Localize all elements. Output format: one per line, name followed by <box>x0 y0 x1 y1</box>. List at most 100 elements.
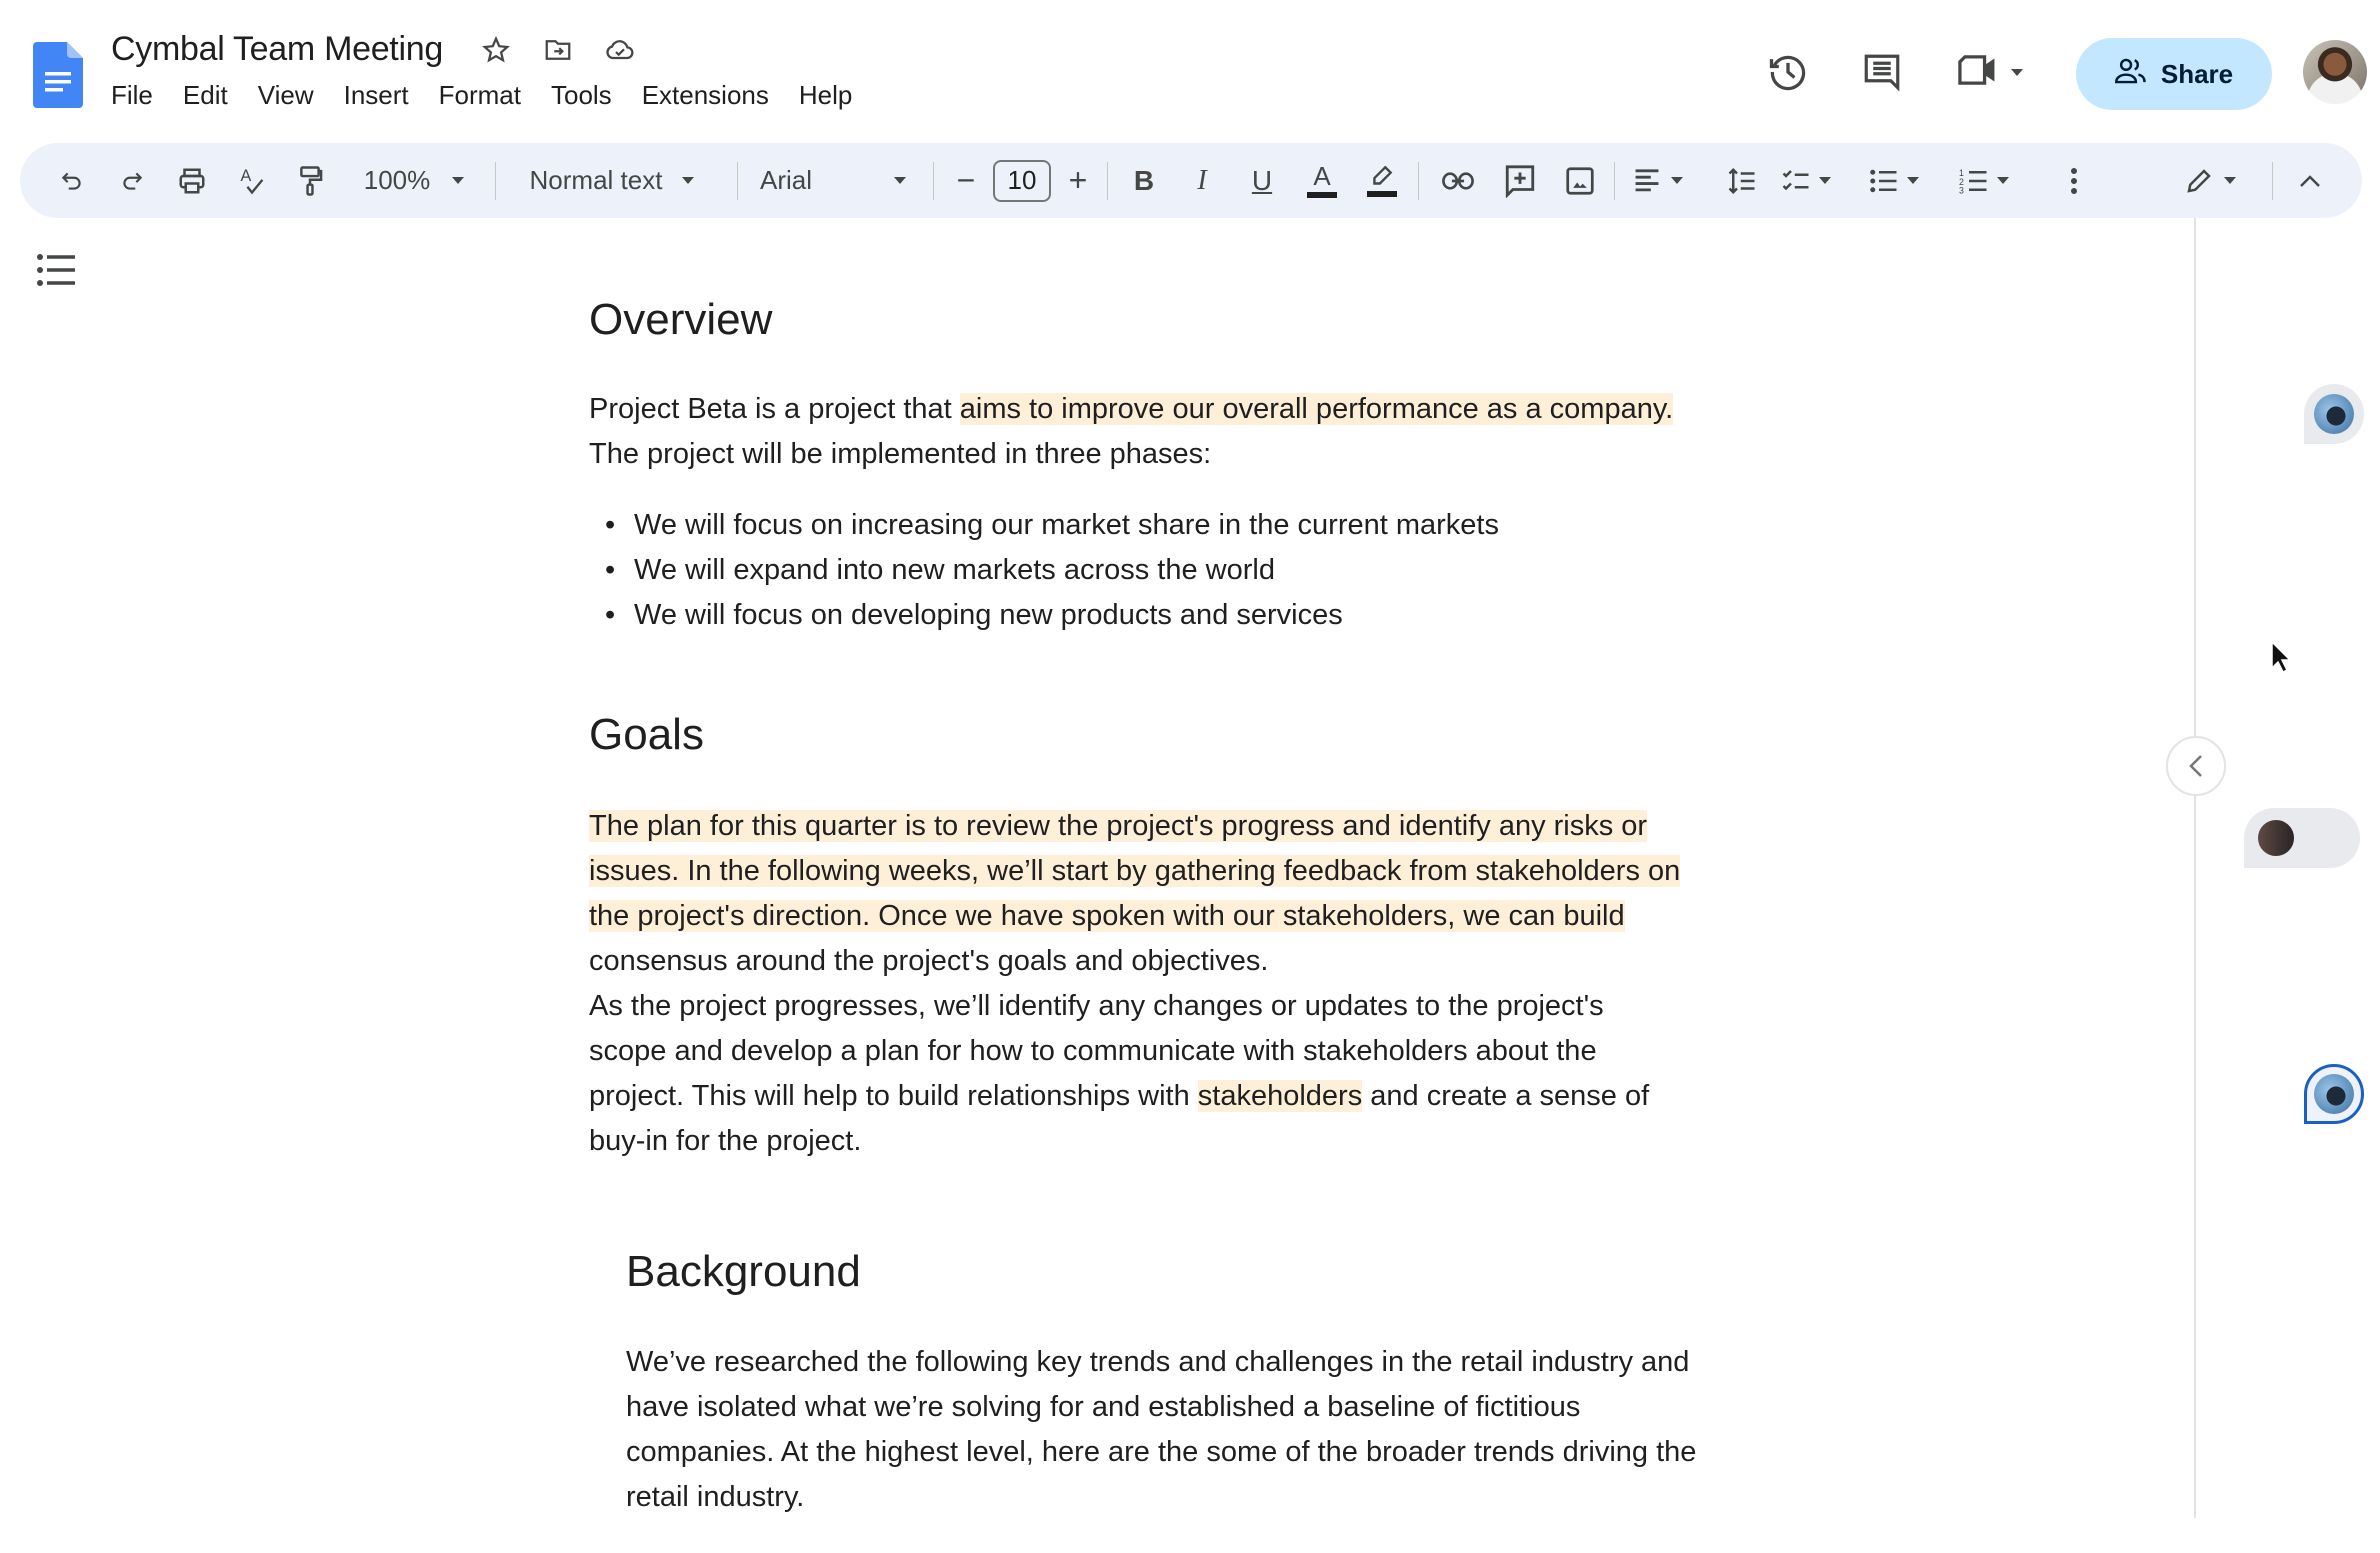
comment-thread-marker-multiple[interactable]: S <box>2244 808 2360 868</box>
document-outline-icon[interactable] <box>36 252 76 288</box>
style-select[interactable]: Normal text <box>518 143 706 218</box>
comment-thread-marker[interactable] <box>2304 384 2364 444</box>
menu-format[interactable]: Format <box>439 80 521 111</box>
share-label: Share <box>2160 58 2234 89</box>
menu-insert[interactable]: Insert <box>344 80 409 111</box>
toolbar-divider <box>933 162 934 200</box>
goals-paragraph-line-4[interactable]: consensus around the project's goals and… <box>589 939 1268 984</box>
add-comment-icon[interactable] <box>1498 143 1542 218</box>
docs-logo[interactable] <box>33 42 83 108</box>
comments-icon[interactable] <box>1856 46 1908 98</box>
highlight-color-button[interactable] <box>1362 143 1402 218</box>
goals-paragraph-line-1[interactable]: The plan for this quarter is to review t… <box>589 804 1648 849</box>
menu-bar: File Edit View Insert Format Tools Exten… <box>111 80 882 111</box>
font-select[interactable]: Arial <box>760 143 906 218</box>
chevron-down-icon <box>2011 69 2023 76</box>
commented-highlight[interactable]: aims to improve our overall performance … <box>959 393 1674 425</box>
move-to-folder-icon[interactable] <box>540 32 576 68</box>
version-history-icon[interactable] <box>1762 46 1814 98</box>
pencil-icon <box>2187 168 2211 193</box>
meet-icon <box>1955 50 2001 95</box>
bullet-item[interactable]: We will expand into new markets across t… <box>589 548 1499 593</box>
commented-highlight[interactable]: issues. In the following weeks, we’ll st… <box>589 855 1681 887</box>
goals-paragraph-line-2[interactable]: issues. In the following weeks, we’ll st… <box>589 849 1681 894</box>
spellcheck-icon[interactable]: A <box>232 143 272 218</box>
overview-paragraph-line-2[interactable]: The project will be implemented in three… <box>589 432 1211 477</box>
bullet-item[interactable]: We will focus on developing new products… <box>589 593 1499 638</box>
goals-paragraph-line-3[interactable]: the project's direction. Once we have sp… <box>589 894 1625 939</box>
document-title[interactable]: Cymbal Team Meeting <box>111 30 443 69</box>
redo-icon[interactable] <box>112 143 152 218</box>
numbered-list-icon: 123 <box>1959 168 1987 195</box>
commented-highlight[interactable]: the project's direction. Once we have sp… <box>589 900 1625 932</box>
font-size-value: 10 <box>993 159 1051 202</box>
mouse-cursor-icon <box>2270 640 2292 674</box>
commented-highlight[interactable]: stakeholders <box>1197 1080 1363 1112</box>
star-icon[interactable] <box>478 32 514 68</box>
underline-button[interactable]: U <box>1242 143 1282 218</box>
menu-edit[interactable]: Edit <box>183 80 228 111</box>
meet-button[interactable] <box>1955 50 2023 95</box>
heading-overview[interactable]: Overview <box>589 295 772 345</box>
line-spacing-icon[interactable] <box>1722 143 1762 218</box>
decrease-font-size-button[interactable]: − <box>950 143 982 218</box>
chevron-down-icon <box>1819 177 1831 184</box>
font-size-field[interactable]: 10 <box>992 143 1052 218</box>
goals-paragraph2-line-4[interactable]: buy-in for the project. <box>589 1119 861 1164</box>
toolbar-divider <box>2272 162 2273 200</box>
paint-format-icon[interactable] <box>290 143 330 218</box>
svg-text:A: A <box>240 167 251 185</box>
text-color-button[interactable]: A <box>1302 143 1342 218</box>
chevron-down-icon <box>452 177 465 184</box>
goals-paragraph2-line-2[interactable]: scope and develop a plan for how to comm… <box>589 1029 1597 1074</box>
goals-paragraph2-line-1[interactable]: As the project progresses, we’ll identif… <box>589 984 1604 1029</box>
checklist-select[interactable] <box>1774 143 1838 218</box>
overview-paragraph-line-1[interactable]: Project Beta is a project that aims to i… <box>589 387 1674 432</box>
print-icon[interactable] <box>170 143 214 218</box>
toolbar-items: A 100% Normal text Arial − 10 + B I U A <box>0 143 2380 218</box>
insert-link-icon[interactable] <box>1436 143 1480 218</box>
zoom-value: 100% <box>363 165 431 195</box>
hide-menus-icon[interactable] <box>2290 143 2330 218</box>
editing-mode-select[interactable] <box>2176 143 2244 218</box>
toolbar-divider <box>1614 162 1615 200</box>
goals-paragraph2-line-3[interactable]: project. This will help to build relatio… <box>589 1074 1649 1119</box>
background-paragraph-line-4[interactable]: retail industry. <box>626 1475 804 1520</box>
chevron-down-icon <box>682 177 695 184</box>
toolbar-divider <box>1418 162 1419 200</box>
undo-icon[interactable] <box>52 143 92 218</box>
people-icon <box>2114 57 2147 92</box>
zoom-select[interactable]: 100% <box>354 143 474 218</box>
chevron-down-icon <box>1907 177 1919 184</box>
cloud-saved-icon[interactable] <box>602 32 638 68</box>
bulleted-list-icon <box>1870 169 1897 192</box>
commenter-avatar <box>2256 818 2296 858</box>
commented-highlight[interactable]: The plan for this quarter is to review t… <box>589 810 1648 842</box>
background-paragraph-line-3[interactable]: companies. At the highest level, here ar… <box>626 1430 1696 1475</box>
align-left-icon <box>1635 168 1659 191</box>
menu-extensions[interactable]: Extensions <box>642 80 769 111</box>
menu-help[interactable]: Help <box>799 80 852 111</box>
numbered-list-select[interactable]: 123 <box>1952 143 2016 218</box>
account-avatar[interactable] <box>2303 40 2367 104</box>
share-button[interactable]: Share <box>2076 38 2272 110</box>
background-paragraph-line-2[interactable]: have isolated what we’re solving for and… <box>626 1385 1580 1430</box>
comments-rail-divider <box>2194 218 2196 1518</box>
heading-background[interactable]: Background <box>626 1247 861 1297</box>
italic-button[interactable]: I <box>1182 143 1222 218</box>
menu-view[interactable]: View <box>258 80 314 111</box>
align-select[interactable] <box>1626 143 1690 218</box>
bullet-item[interactable]: We will focus on increasing our market s… <box>589 503 1499 548</box>
menu-file[interactable]: File <box>111 80 153 111</box>
more-options-icon[interactable] <box>2054 143 2094 218</box>
background-paragraph-line-1[interactable]: We’ve researched the following key trend… <box>626 1340 1689 1385</box>
increase-font-size-button[interactable]: + <box>1062 143 1094 218</box>
font-value: Arial <box>760 165 813 195</box>
insert-image-icon[interactable] <box>1558 143 1602 218</box>
comment-thread-marker-active[interactable] <box>2304 1064 2364 1124</box>
bulleted-list-select[interactable] <box>1862 143 1926 218</box>
menu-tools[interactable]: Tools <box>551 80 612 111</box>
bold-button[interactable]: B <box>1124 143 1164 218</box>
collapse-comments-button[interactable] <box>2166 736 2226 796</box>
heading-goals[interactable]: Goals <box>589 710 704 760</box>
